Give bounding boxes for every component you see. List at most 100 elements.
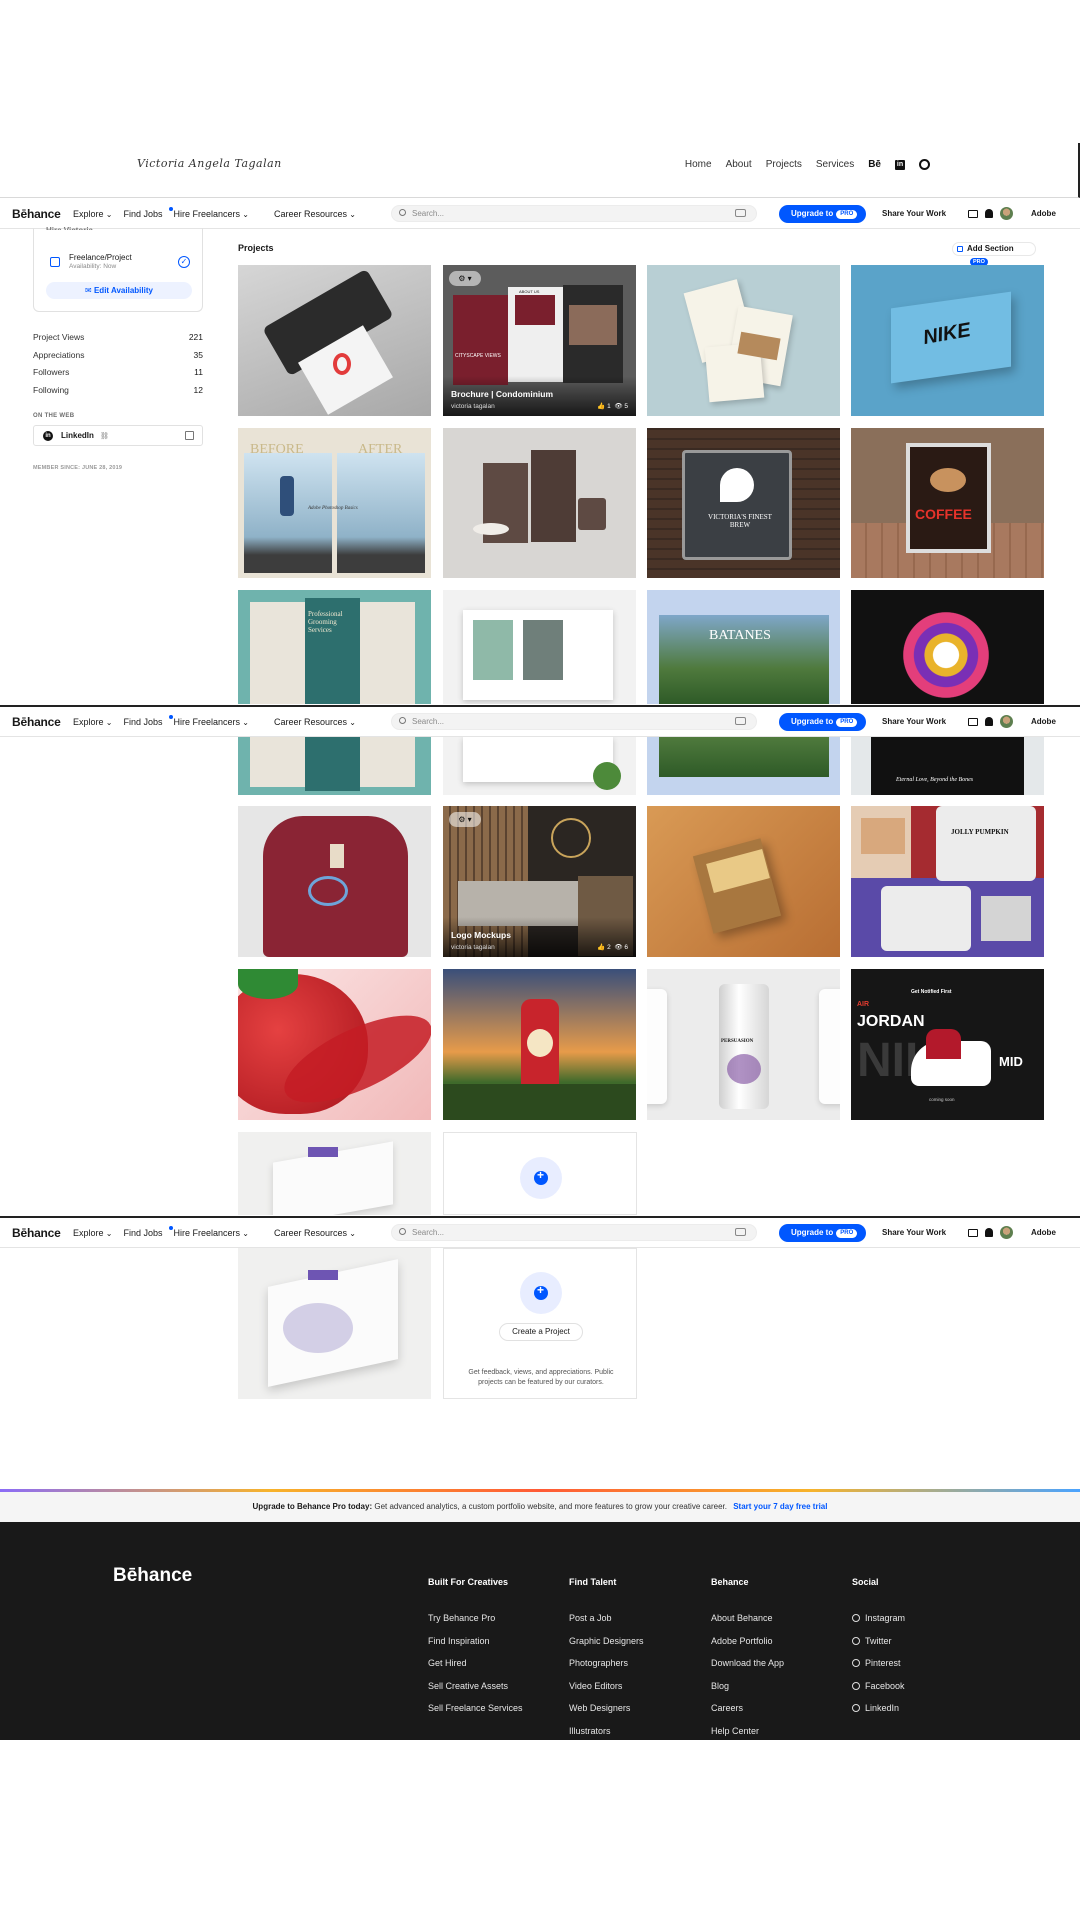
menu-explore[interactable]: Explore xyxy=(73,209,112,219)
footer-link[interactable]: Download the App xyxy=(711,1658,784,1681)
create-project-button[interactable]: Create a Project xyxy=(499,1323,583,1341)
avatar[interactable] xyxy=(1000,1226,1013,1239)
external-link-icon[interactable] xyxy=(185,431,194,440)
footer-link[interactable]: Get Hired xyxy=(428,1658,523,1681)
upgrade-button[interactable]: Upgrade to PRO xyxy=(779,1224,866,1242)
project-tile-printer[interactable] xyxy=(238,265,431,416)
footer-link[interactable]: Try Behance Pro xyxy=(428,1613,523,1636)
share-work-button[interactable]: Share Your Work xyxy=(882,1228,946,1237)
site-nav-services[interactable]: Services xyxy=(816,159,854,170)
menu-find-jobs[interactable]: Find Jobs xyxy=(123,1228,162,1238)
project-tile-persuasion-can[interactable]: PERSUASION xyxy=(647,969,840,1120)
adobe-logo[interactable]: Adobe xyxy=(1031,717,1056,726)
project-tile-trifold[interactable] xyxy=(443,590,636,704)
footer-link[interactable]: Web Designers xyxy=(569,1703,644,1726)
share-work-button[interactable]: Share Your Work xyxy=(882,717,946,726)
search-input[interactable]: Search... xyxy=(391,713,757,730)
project-tile-skull-shirt[interactable]: Eternal Love, Beyond the Bones xyxy=(851,737,1044,795)
footer-link[interactable]: Photographers xyxy=(569,1658,644,1681)
menu-career-resources[interactable]: Career Resources xyxy=(274,1228,356,1238)
footer-link-linkedin[interactable]: LinkedIn xyxy=(852,1703,905,1726)
footer-link[interactable]: Help Center xyxy=(711,1726,784,1749)
add-icon[interactable] xyxy=(520,1157,562,1199)
gear-icon[interactable]: ⚙ ▾ xyxy=(449,812,481,827)
bell-icon[interactable] xyxy=(985,209,993,218)
project-tile-jolly-pumpkin[interactable]: JOLLY PUMPKIN xyxy=(851,806,1044,957)
site-nav-home[interactable]: Home xyxy=(685,159,712,170)
footer-link[interactable]: Sell Creative Assets xyxy=(428,1681,523,1704)
project-tile-dove-soap[interactable] xyxy=(238,1132,431,1215)
footer-link[interactable]: Blog xyxy=(711,1681,784,1704)
project-tile-skull-shirt[interactable] xyxy=(851,590,1044,704)
project-tile-batanes[interactable] xyxy=(647,737,840,795)
footer-link-twitter[interactable]: Twitter xyxy=(852,1636,905,1659)
project-tile-hoodie[interactable] xyxy=(238,806,431,957)
linkedin-icon[interactable]: in xyxy=(895,159,905,170)
menu-career-resources[interactable]: Career Resources xyxy=(274,717,356,727)
menu-find-jobs[interactable]: Find Jobs xyxy=(123,717,162,727)
project-tile-flyers[interactable] xyxy=(647,265,840,416)
mail-icon[interactable] xyxy=(968,1228,978,1237)
image-search-icon[interactable] xyxy=(735,1228,746,1236)
project-author[interactable]: victoria tagalan xyxy=(451,403,495,410)
project-tile-brochure[interactable]: CITYSCAPE VIEWS ABOUT US ⚙ ▾ Brochure | … xyxy=(443,265,636,416)
project-tile-batanes[interactable]: BATANES xyxy=(647,590,840,704)
menu-find-jobs[interactable]: Find Jobs xyxy=(123,209,162,219)
mail-icon[interactable] xyxy=(968,209,978,218)
upgrade-button[interactable]: Upgrade to PRO xyxy=(779,205,866,223)
menu-career-resources[interactable]: Career Resources xyxy=(274,209,356,219)
footer-link[interactable]: Post a Job xyxy=(569,1613,644,1636)
project-tile-before-after[interactable]: BEFORE AFTER Adobe Photoshop Basics xyxy=(238,428,431,578)
behance-logo[interactable]: Bēhance xyxy=(12,1226,61,1240)
project-tile-book[interactable] xyxy=(647,806,840,957)
menu-explore[interactable]: Explore xyxy=(73,717,112,727)
image-search-icon[interactable] xyxy=(735,717,746,725)
project-tile-coffee-sign[interactable]: VICTORIA'S FINEST BREW xyxy=(647,428,840,578)
footer-link[interactable]: Careers xyxy=(711,1703,784,1726)
footer-link[interactable]: Adobe Portfolio xyxy=(711,1636,784,1659)
footer-link[interactable]: Find Inspiration xyxy=(428,1636,523,1659)
behance-logo[interactable]: Bēhance xyxy=(12,715,61,729)
footer-link[interactable]: Video Editors xyxy=(569,1681,644,1704)
project-tile-logo-mockups[interactable]: ⚙ ▾ Logo Mockups victoria tagalan 👍 2 👁 … xyxy=(443,806,636,957)
behance-logo[interactable]: Bēhance xyxy=(12,207,61,221)
create-project-tile[interactable]: Create a Project Get feedback, views, an… xyxy=(443,1248,637,1399)
stat-row[interactable]: Appreciations 35 xyxy=(33,350,203,368)
site-nav-about[interactable]: About xyxy=(726,159,752,170)
search-input[interactable]: Search... xyxy=(391,1224,757,1241)
project-tile-dove-soap[interactable] xyxy=(238,1248,431,1399)
footer-link[interactable]: About Behance xyxy=(711,1613,784,1636)
behance-icon[interactable]: Bē xyxy=(868,159,881,170)
footer-link-facebook[interactable]: Facebook xyxy=(852,1681,905,1704)
menu-hire-freelancers[interactable]: Hire Freelancers xyxy=(173,717,248,727)
project-tile-apple-juice[interactable] xyxy=(443,969,636,1120)
free-trial-link[interactable]: Start your 7 day free trial xyxy=(733,1502,827,1511)
signature-logo[interactable]: Victoria Angela Tagalan xyxy=(137,157,282,170)
search-input[interactable]: Search... xyxy=(391,205,757,222)
stat-row[interactable]: Following 12 xyxy=(33,385,203,403)
project-tile-air-jordan[interactable]: Get Notified First AIR JORDAN NIKE MID c… xyxy=(851,969,1044,1120)
image-search-icon[interactable] xyxy=(735,209,746,217)
project-tile-nike-box[interactable]: NIKE xyxy=(851,265,1044,416)
avatar[interactable] xyxy=(1000,715,1013,728)
adobe-logo[interactable]: Adobe xyxy=(1031,209,1056,218)
project-tile-coffee-poster[interactable]: COFFEE xyxy=(851,428,1044,578)
project-tile-strawberry[interactable] xyxy=(238,969,431,1120)
edit-availability-button[interactable]: ✉ Edit Availability xyxy=(46,282,192,299)
adobe-logo[interactable]: Adobe xyxy=(1031,1228,1056,1237)
project-tile-grooming-brochure[interactable] xyxy=(238,737,431,795)
menu-hire-freelancers[interactable]: Hire Freelancers xyxy=(173,209,248,219)
footer-link-pinterest[interactable]: Pinterest xyxy=(852,1658,905,1681)
stat-row[interactable]: Followers 11 xyxy=(33,367,203,385)
project-tile-coffee-packaging[interactable] xyxy=(443,428,636,578)
upgrade-button[interactable]: Upgrade to PRO xyxy=(779,713,866,731)
footer-link-instagram[interactable]: Instagram xyxy=(852,1613,905,1636)
project-tile-grooming-brochure[interactable]: Professional Grooming Services xyxy=(238,590,431,704)
footer-logo[interactable]: Bēhance xyxy=(113,1565,192,1587)
menu-hire-freelancers[interactable]: Hire Freelancers xyxy=(173,1228,248,1238)
gear-icon[interactable]: ⚙ ▾ xyxy=(449,271,481,286)
bell-icon[interactable] xyxy=(985,717,993,726)
github-icon[interactable] xyxy=(919,159,930,170)
project-author[interactable]: victoria tagalan xyxy=(451,944,495,951)
site-nav-projects[interactable]: Projects xyxy=(766,159,802,170)
